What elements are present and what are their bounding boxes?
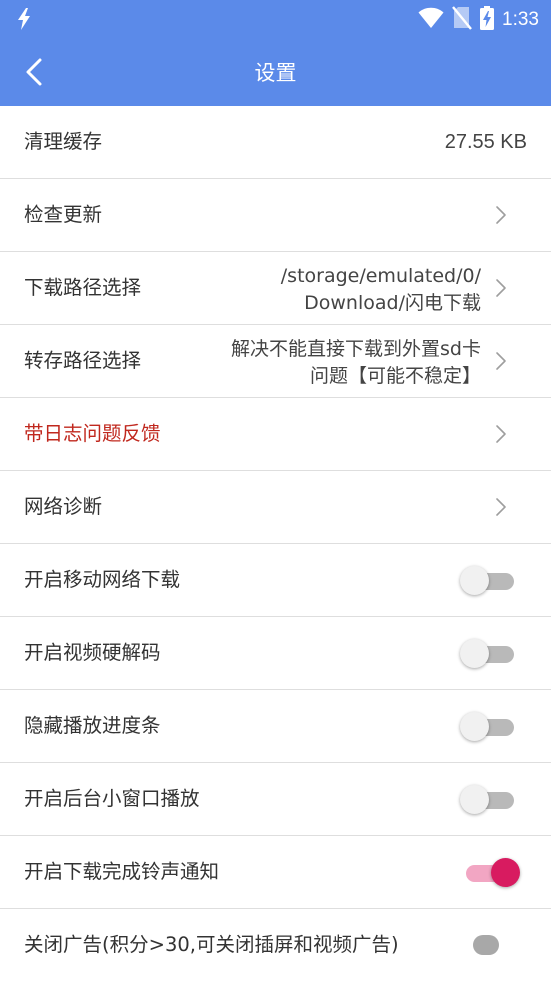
wifi-icon <box>418 7 444 33</box>
settings-list: 清理缓存 27.55 KB 检查更新 下载路径选择 /storage/emula… <box>0 106 551 981</box>
switch-track <box>473 935 499 955</box>
setting-label: 开启移动网络下载 <box>24 568 181 591</box>
battery-charging-icon <box>480 6 495 34</box>
status-time: 1:33 <box>502 9 539 30</box>
ringtone-toggle[interactable] <box>460 858 520 887</box>
transfer-path-line-1: 解决不能直接下载到外置sd卡 <box>231 338 481 360</box>
mobile-download-toggle[interactable] <box>460 566 514 595</box>
setting-label: 开启下载完成铃声通知 <box>24 860 220 883</box>
chevron-right-icon <box>496 352 506 370</box>
chevron-left-icon <box>26 58 42 86</box>
chevron-right-icon <box>496 279 506 297</box>
flash-icon <box>16 8 32 34</box>
cache-size-value: 27.55 KB <box>444 131 527 153</box>
setting-close-ads: 关闭广告(积分>30,可关闭插屏和视频广告) <box>0 909 551 981</box>
page-title: 设置 <box>254 61 297 85</box>
setting-label: 网络诊断 <box>24 495 103 518</box>
hardware-decode-toggle[interactable] <box>460 639 514 668</box>
setting-download-complete-ringtone: 开启下载完成铃声通知 <box>0 836 551 909</box>
setting-transfer-path[interactable]: 转存路径选择 解决不能直接下载到外置sd卡 问题【可能不稳定】 <box>0 325 551 398</box>
setting-hardware-decode: 开启视频硬解码 <box>0 617 551 690</box>
switch-thumb <box>460 639 489 668</box>
status-icons: 1:33 <box>418 6 539 34</box>
setting-label: 清理缓存 <box>24 130 103 153</box>
setting-hide-progress-bar: 隐藏播放进度条 <box>0 690 551 763</box>
chevron-right-icon <box>496 206 506 224</box>
setting-label: 检查更新 <box>24 203 103 226</box>
setting-label: 开启视频硬解码 <box>24 641 161 664</box>
setting-check-update[interactable]: 检查更新 <box>0 179 551 252</box>
mini-window-toggle[interactable] <box>460 785 514 814</box>
status-bar: 1:33 <box>0 0 551 40</box>
setting-label: 转存路径选择 <box>24 349 142 372</box>
switch-thumb <box>460 712 489 741</box>
switch-thumb <box>460 785 489 814</box>
setting-download-path[interactable]: 下载路径选择 /storage/emulated/0/ Download/闪电下… <box>0 252 551 325</box>
transfer-path-line-2: 问题【可能不稳定】 <box>309 365 481 387</box>
close-ads-toggle[interactable] <box>473 935 499 955</box>
download-path-line-1: /storage/emulated/0/ <box>280 265 481 287</box>
setting-log-feedback[interactable]: 带日志问题反馈 <box>0 398 551 471</box>
switch-thumb <box>460 566 489 595</box>
setting-label: 开启后台小窗口播放 <box>24 787 200 810</box>
setting-mobile-network-download: 开启移动网络下载 <box>0 544 551 617</box>
no-sim-icon <box>452 6 472 34</box>
app-bar: 1:33 设置 <box>0 0 551 106</box>
setting-label: 隐藏播放进度条 <box>24 714 161 737</box>
transfer-path-value: 解决不能直接下载到外置sd卡 问题【可能不稳定】 <box>161 336 481 390</box>
setting-clear-cache[interactable]: 清理缓存 27.55 KB <box>0 106 551 179</box>
download-path-value: /storage/emulated/0/ Download/闪电下载 <box>161 263 481 317</box>
setting-label: 关闭广告(积分>30,可关闭插屏和视频广告) <box>24 933 399 956</box>
hide-progress-toggle[interactable] <box>460 712 514 741</box>
setting-label: 下载路径选择 <box>24 276 142 299</box>
back-button[interactable] <box>14 52 54 92</box>
chevron-right-icon <box>496 425 506 443</box>
setting-network-diagnosis[interactable]: 网络诊断 <box>0 471 551 544</box>
toolbar: 设置 <box>0 40 551 106</box>
setting-background-mini-window: 开启后台小窗口播放 <box>0 763 551 836</box>
download-path-line-2: Download/闪电下载 <box>304 292 481 314</box>
switch-thumb <box>491 858 520 887</box>
setting-label: 带日志问题反馈 <box>24 422 161 445</box>
chevron-right-icon <box>496 498 506 516</box>
